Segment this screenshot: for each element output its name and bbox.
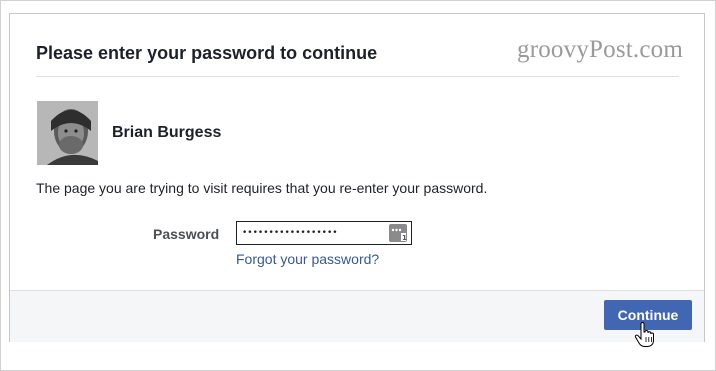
svg-text:1: 1: [402, 234, 407, 242]
password-field[interactable]: 1: [236, 221, 412, 245]
forgot-password-link[interactable]: Forgot your password?: [236, 251, 379, 267]
reauth-message: The page you are trying to visit require…: [36, 180, 488, 196]
dialog-footer: [10, 290, 704, 342]
title-divider: [36, 76, 679, 77]
watermark: groovyPost.com: [517, 36, 683, 63]
reauth-dialog: groovyPost.com Please enter your passwor…: [9, 13, 705, 347]
avatar: [37, 101, 98, 165]
password-label: Password: [153, 226, 220, 242]
user-name: Brian Burgess: [112, 124, 222, 141]
hand-pointer-icon: [634, 321, 656, 348]
password-input[interactable]: [237, 222, 387, 244]
dialog-title: Please enter your password to continue: [36, 43, 378, 63]
password-manager-key-icon[interactable]: 1: [388, 223, 408, 243]
